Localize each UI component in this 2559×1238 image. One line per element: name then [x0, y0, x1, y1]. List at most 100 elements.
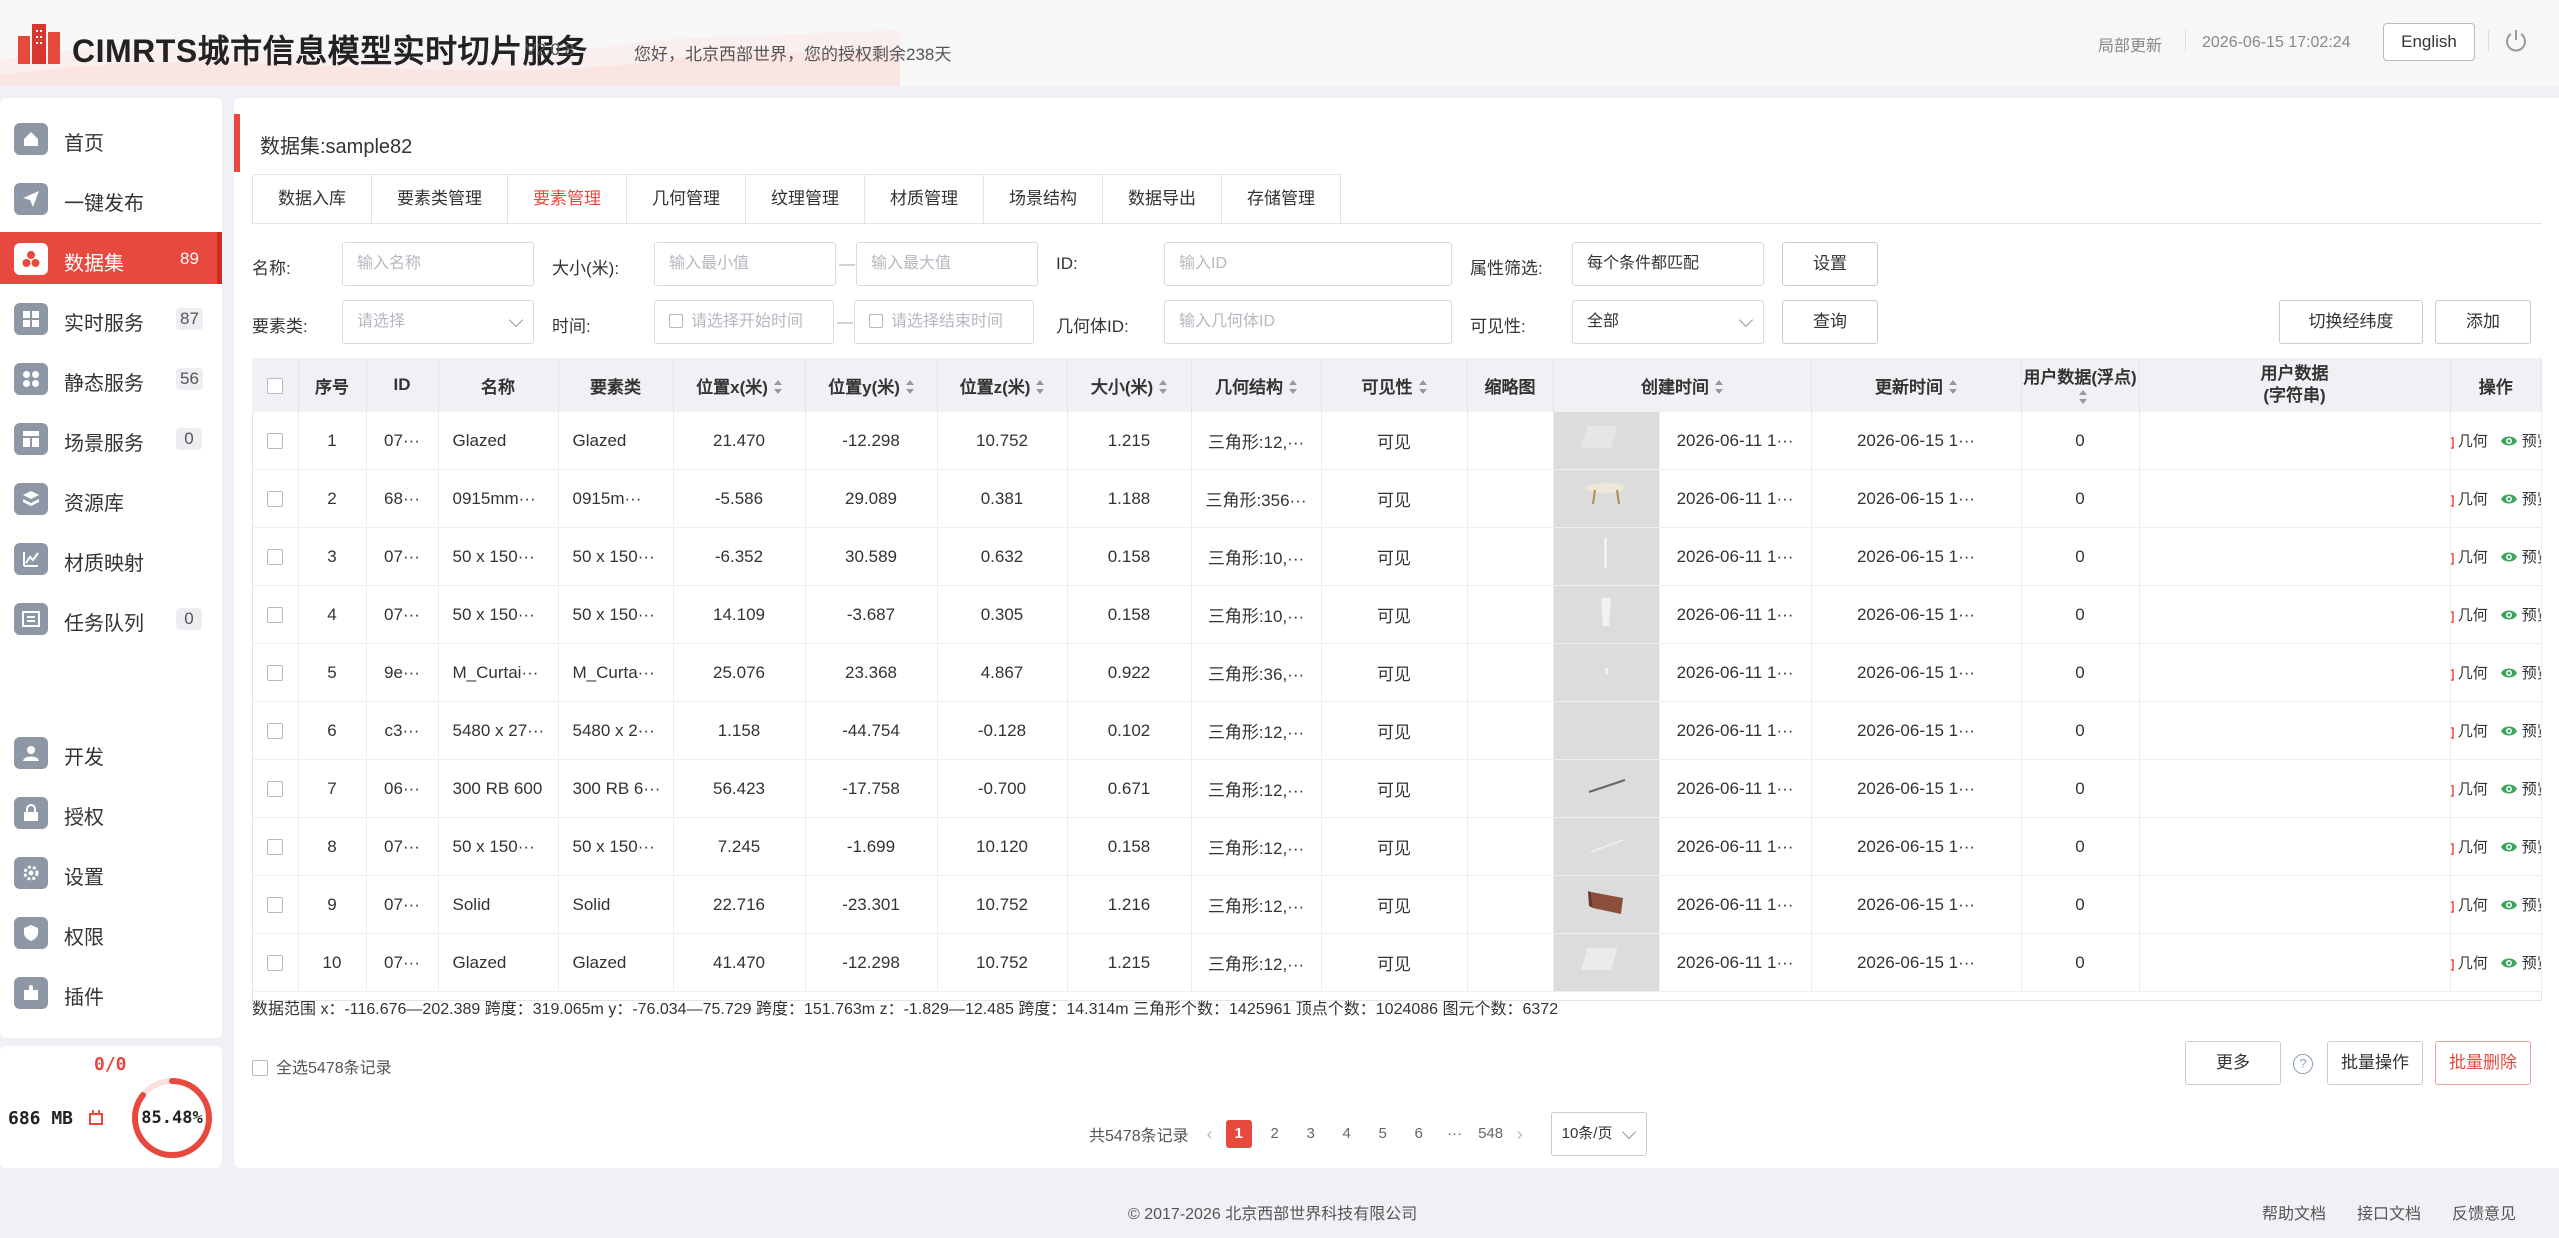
cell-thumbnail[interactable] [1553, 527, 1660, 586]
tab-storage[interactable]: 存储管理 [1222, 175, 1340, 223]
footer-link-api[interactable]: 接口文档 [2357, 1200, 2421, 1224]
column-header-geometry[interactable]: 几何结构 [1191, 358, 1322, 412]
geometry-action[interactable]: 几何 [2450, 720, 2488, 741]
size-max-input[interactable]: 输入最大值 [856, 242, 1038, 286]
batch-delete-button[interactable]: 批量删除 [2435, 1041, 2531, 1085]
row-checkbox[interactable] [266, 491, 283, 508]
select-all-checkbox[interactable] [252, 1060, 268, 1076]
sort-icon[interactable] [2079, 389, 2087, 404]
row-checkbox[interactable] [266, 723, 283, 740]
start-time-input[interactable]: 请选择开始时间 [654, 300, 834, 344]
page-button[interactable]: 1 [1225, 1120, 1252, 1148]
geometry-action[interactable]: 几何 [2450, 894, 2488, 915]
sidebar-item-static[interactable]: 静态服务 56 [0, 352, 222, 404]
tab-import[interactable]: 数据入库 [253, 175, 372, 223]
footer-link-feedback[interactable]: 反馈意见 [2452, 1200, 2516, 1224]
footer-link-help[interactable]: 帮助文档 [2262, 1200, 2326, 1224]
next-page-icon[interactable]: › [1517, 1124, 1523, 1145]
attr-filter-select[interactable]: 每个条件都匹配 [1572, 242, 1764, 286]
sort-icon[interactable] [1159, 379, 1168, 394]
row-select[interactable] [252, 412, 299, 470]
sidebar-item-license[interactable]: 授权 [0, 786, 222, 838]
sidebar-item-home[interactable]: 首页 [0, 112, 222, 164]
cell-thumbnail[interactable] [1553, 817, 1660, 876]
page-button[interactable]: 4 [1334, 1120, 1360, 1148]
sidebar-item-settings[interactable]: 设置 [0, 846, 222, 898]
table-row[interactable]: 8 07··· 50 x 150··· 50 x 150··· 7.245 -1.699 1… [252, 817, 2542, 876]
row-checkbox[interactable] [266, 839, 283, 856]
row-select[interactable] [252, 527, 299, 586]
preview-action[interactable]: 预览 [2500, 488, 2541, 509]
column-header-created[interactable]: 创建时间 [1553, 358, 1812, 412]
page-button[interactable]: 3 [1298, 1120, 1324, 1148]
cell-thumbnail[interactable] [1553, 585, 1660, 644]
more-button[interactable]: 更多 [2185, 1041, 2281, 1085]
preview-action[interactable]: 预览 [2500, 778, 2541, 799]
sidebar-item-material[interactable]: 材质映射 [0, 532, 222, 584]
feature-class-select[interactable]: 请选择 [342, 300, 534, 344]
sidebar-item-realtime[interactable]: 实时服务 87 [0, 292, 222, 344]
preview-action[interactable]: 预览 [2500, 662, 2541, 683]
sort-icon[interactable] [773, 379, 782, 394]
select-all-header[interactable] [252, 358, 299, 412]
attr-settings-button[interactable]: 设置 [1782, 242, 1878, 286]
geometry-action[interactable]: 几何 [2450, 952, 2488, 973]
row-select[interactable] [252, 469, 299, 528]
cell-thumbnail[interactable] [1553, 412, 1660, 470]
preview-action[interactable]: 预览 [2500, 836, 2541, 857]
row-checkbox[interactable] [266, 897, 283, 914]
sidebar-item-dataset[interactable]: 数据集 89 [0, 232, 222, 284]
page-button[interactable]: 6 [1406, 1120, 1432, 1148]
row-select[interactable] [252, 585, 299, 644]
geometry-action[interactable]: 几何 [2450, 546, 2488, 567]
column-header-float-data[interactable]: 用户数据(浮点) [2021, 358, 2140, 412]
header-checkbox[interactable] [266, 377, 283, 394]
geometry-action[interactable]: 几何 [2450, 836, 2488, 857]
tab-geometry[interactable]: 几何管理 [627, 175, 746, 223]
cell-thumbnail[interactable] [1553, 701, 1660, 760]
sidebar-item-plugin[interactable]: 插件 [0, 966, 222, 1018]
select-all-records[interactable]: 全选5478条记录 [252, 1054, 392, 1078]
column-header-x[interactable]: 位置x(米) [673, 358, 806, 412]
table-row[interactable]: 10 07··· Glazed Glazed 41.470 -12.298 10.752 1.… [252, 933, 2542, 992]
table-row[interactable]: 5 9e··· M_Curtai··· M_Curta··· 25.076 23.368 4… [252, 643, 2542, 702]
tab-feature-class[interactable]: 要素类管理 [372, 175, 508, 223]
sort-icon[interactable] [1715, 379, 1723, 394]
tab-material[interactable]: 材质管理 [865, 175, 984, 223]
row-select[interactable] [252, 643, 299, 702]
table-row[interactable]: 2 68··· 0915mm··· 0915m··· -5.586 29.089 0.381… [252, 469, 2542, 528]
end-time-input[interactable]: 请选择结束时间 [854, 300, 1034, 344]
row-checkbox[interactable] [266, 781, 283, 798]
row-select[interactable] [252, 701, 299, 760]
power-icon[interactable] [2503, 28, 2529, 54]
id-input[interactable]: 输入ID [1164, 242, 1452, 286]
sidebar-item-permission[interactable]: 权限 [0, 906, 222, 958]
local-update-link[interactable]: 局部更新 [2098, 32, 2162, 56]
table-row[interactable]: 9 07··· Solid Solid 22.716 -23.301 10.752 1.216… [252, 875, 2542, 934]
column-header-y[interactable]: 位置y(米) [805, 358, 938, 412]
sort-icon[interactable] [1949, 379, 1957, 394]
cell-thumbnail[interactable] [1553, 469, 1660, 528]
cell-thumbnail[interactable] [1553, 933, 1660, 992]
geometry-action[interactable]: 几何 [2450, 662, 2488, 683]
sort-icon[interactable] [1289, 379, 1297, 394]
cell-thumbnail[interactable] [1553, 643, 1660, 702]
help-icon[interactable]: ? [2293, 1054, 2313, 1074]
row-checkbox[interactable] [266, 549, 283, 566]
column-header-updated[interactable]: 更新时间 [1811, 358, 2022, 412]
page-ellipsis[interactable]: ··· [1442, 1120, 1468, 1148]
preview-action[interactable]: 预览 [2500, 894, 2541, 915]
sidebar-item-queue[interactable]: 任务队列 0 [0, 592, 222, 644]
geometry-action[interactable]: 几何 [2450, 778, 2488, 799]
page-button[interactable]: 548 [1478, 1120, 1504, 1148]
row-checkbox[interactable] [266, 433, 283, 450]
preview-action[interactable]: 预览 [2500, 546, 2541, 567]
visibility-select[interactable]: 全部 [1572, 300, 1764, 344]
preview-action[interactable]: 预览 [2500, 604, 2541, 625]
sidebar-item-scene[interactable]: 场景服务 0 [0, 412, 222, 464]
row-checkbox[interactable] [266, 665, 283, 682]
row-checkbox[interactable] [266, 955, 283, 972]
tab-export[interactable]: 数据导出 [1103, 175, 1222, 223]
table-row[interactable]: 4 07··· 50 x 150··· 50 x 150··· 14.109 -3.687… [252, 585, 2542, 644]
row-select[interactable] [252, 933, 299, 992]
